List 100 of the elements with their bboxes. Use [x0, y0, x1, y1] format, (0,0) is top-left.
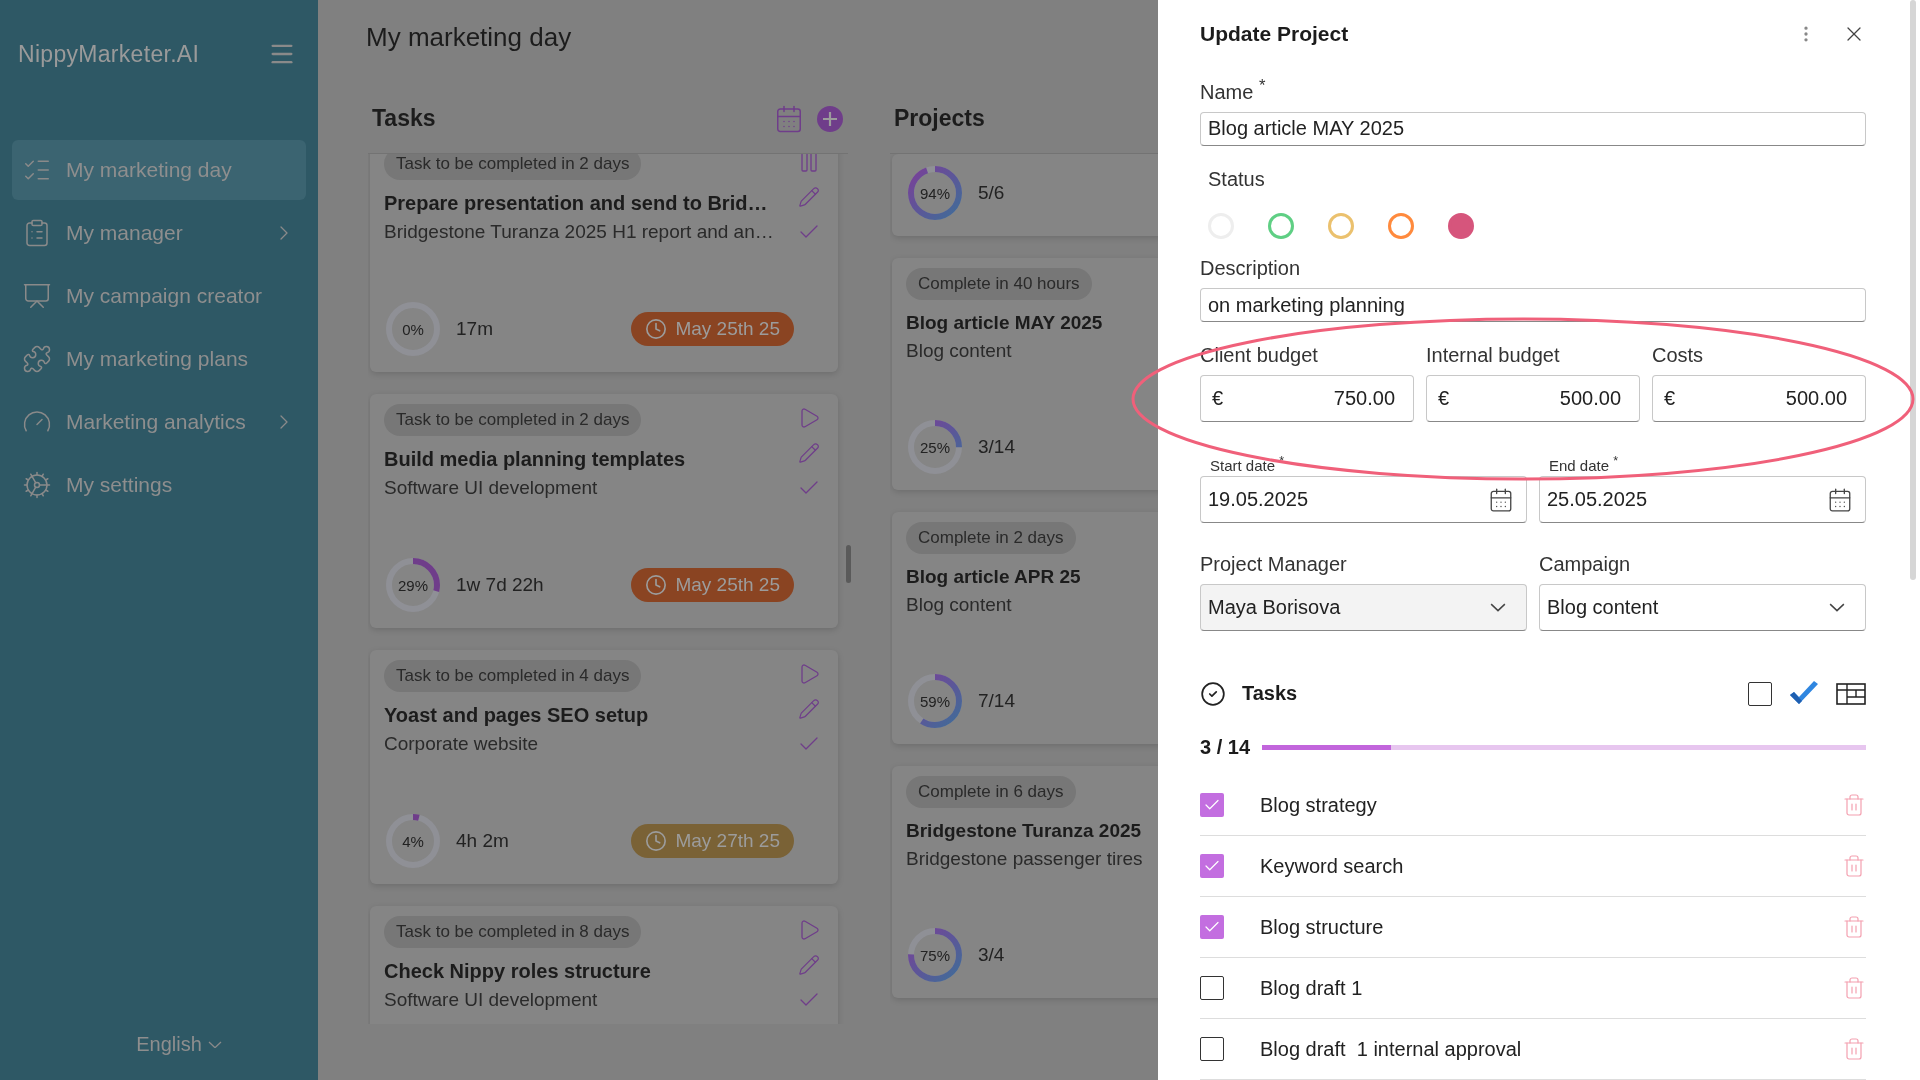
task-tag: Task to be completed in 2 days: [384, 154, 642, 180]
progress-ring: [906, 164, 964, 222]
budget-field[interactable]: € 500.00: [1426, 375, 1640, 423]
date-field[interactable]: 25.05.2025: [1539, 476, 1866, 524]
nav-label: My marketing plans: [66, 347, 250, 371]
field-label: Description: [1200, 256, 1302, 280]
status-option[interactable]: [1388, 212, 1414, 239]
project-card[interactable]: Complete in 6 days Bridgestone Turanza 2025 Bridgestone passenger tires 75% 3/4: [892, 766, 1158, 998]
nav-item[interactable]: My manager: [12, 203, 306, 263]
project-tag: Complete in 2 days: [906, 522, 1076, 554]
nav-label: My manager: [66, 221, 184, 245]
column-title: Projects: [894, 105, 986, 132]
nav-item[interactable]: My settings: [12, 455, 306, 515]
progress-percent: 29%: [398, 576, 428, 594]
project-card[interactable]: Complete in 2 days Blog article APR 25 Blog content 59% 7/14: [892, 512, 1158, 744]
pencil-icon[interactable]: [798, 698, 820, 720]
name-field[interactable]: Blog article MAY 2025: [1200, 111, 1866, 146]
task-subtitle: Corporate website: [384, 733, 540, 755]
clock-icon: [645, 318, 668, 340]
project-subtitle: Blog content: [906, 340, 1013, 362]
nav-item[interactable]: Marketing analytics: [12, 392, 306, 452]
progress-ring: [906, 672, 964, 730]
description-field[interactable]: on marketing planning: [1200, 287, 1866, 323]
field-label: Start date $^{*}$: [1210, 454, 1286, 475]
add-icon[interactable]: [816, 104, 844, 133]
pencil-icon[interactable]: [798, 442, 820, 464]
task-duration: 17m: [456, 318, 494, 340]
task-card[interactable]: Task to be completed in 2 days Build media planning templates Software UI development 29% 1w 7d 22h May 25th 25: [370, 394, 838, 628]
task-card[interactable]: Task to be completed in 2 days Prepare presentation and send to Brid… Bridgestone Turanza 2025 H1 report and an… 0% 17m May 25th 25: [370, 154, 838, 372]
select-field[interactable]: Blog content: [1539, 584, 1866, 632]
trash-icon[interactable]: [1842, 915, 1866, 939]
project-title: Bridgestone Turanza 2025: [906, 820, 1143, 842]
budget-field[interactable]: € 750.00: [1200, 375, 1414, 423]
due-date-badge: May 25th 25: [631, 568, 794, 602]
progress-percent: 0%: [402, 320, 424, 338]
nav-label: My campaign creator: [66, 284, 264, 308]
checkbox[interactable]: [1200, 1037, 1224, 1061]
task-count: 3/4: [978, 944, 1006, 966]
task-label: Blog structure: [1260, 915, 1385, 939]
project-card[interactable]: Complete in 40 hours Blog article MAY 2025 Blog content 25% 3/14: [892, 258, 1158, 490]
check-circle-icon: [1200, 680, 1226, 707]
checkbox[interactable]: [1200, 976, 1224, 1000]
column-title: Tasks: [372, 105, 437, 132]
checkbox[interactable]: [1748, 681, 1772, 706]
clock-icon: [645, 574, 668, 596]
scrollbar-thumb[interactable]: [1910, 0, 1916, 580]
nav-item[interactable]: My marketing plans: [12, 329, 306, 389]
status-option[interactable]: [1268, 212, 1294, 239]
task-count: 7/14: [978, 690, 1016, 712]
calendar-icon[interactable]: [1827, 486, 1853, 513]
field-label: Status: [1208, 167, 1266, 191]
task-subtitle: Bridgestone Turanza 2025 H1 report and an…: [384, 221, 775, 243]
project-title: Blog article APR 25: [906, 566, 1082, 588]
table-icon[interactable]: [1836, 682, 1866, 705]
project-tag: Complete in 40 hours: [906, 268, 1092, 300]
checkbox[interactable]: [1200, 854, 1224, 878]
trash-icon[interactable]: [1842, 976, 1866, 1000]
nav-item[interactable]: My campaign creator: [12, 266, 306, 326]
progress-ring: [906, 418, 964, 476]
task-label: Blog draft 1: [1260, 976, 1364, 1000]
scrollbar-thumb[interactable]: [846, 545, 851, 583]
status-option[interactable]: [1448, 212, 1474, 239]
pencil-icon[interactable]: [798, 186, 820, 208]
section-title: Tasks: [1242, 682, 1299, 706]
checkbox[interactable]: [1200, 793, 1224, 817]
trash-icon[interactable]: [1842, 793, 1866, 817]
calendar-icon[interactable]: [1488, 486, 1514, 513]
task-duration: 4h 2m: [456, 830, 510, 852]
status-option[interactable]: [1328, 212, 1354, 239]
task-card[interactable]: Task to be completed in 4 days Yoast and pages SEO setup Corporate website 4% 4h 2m May 27th 25: [370, 650, 838, 884]
check-icon[interactable]: [1788, 680, 1820, 707]
field-label: Internal budget: [1426, 344, 1561, 368]
pencil-icon[interactable]: [798, 954, 820, 976]
progress-percent: 59%: [920, 692, 950, 710]
project-card[interactable]: 94% 5/6: [892, 154, 1158, 236]
progress-count: 3 / 14: [1200, 736, 1251, 759]
field-label: Name $^{*}$: [1200, 76, 1267, 104]
project-title: Blog article MAY 2025: [906, 312, 1104, 334]
drawer-title: Update Project: [1200, 22, 1350, 46]
nav-label: My settings: [66, 473, 174, 497]
trash-icon[interactable]: [1842, 1037, 1866, 1061]
task-card[interactable]: Task to be completed in 8 days Check Nippy roles structure Software UI development: [370, 906, 838, 1024]
progress-percent: 25%: [920, 438, 950, 456]
date-field[interactable]: 19.05.2025: [1200, 476, 1527, 524]
trash-icon[interactable]: [1842, 854, 1866, 878]
progress-percent: 4%: [402, 832, 424, 850]
checkbox[interactable]: [1200, 915, 1224, 939]
due-date-badge: May 25th 25: [631, 312, 794, 346]
task-count: 5/6: [978, 182, 1006, 204]
field-label: Campaign: [1539, 553, 1632, 577]
task-tag: Task to be completed in 8 days: [384, 916, 642, 948]
budget-field[interactable]: € 500.00: [1652, 375, 1866, 423]
nav-label: My marketing day: [66, 158, 233, 182]
task-subtitle: Software UI development: [384, 989, 599, 1011]
task-label: Keyword search: [1260, 854, 1405, 878]
language-select[interactable]: English: [96, 1033, 222, 1056]
nav-label: Marketing analytics: [66, 410, 247, 434]
progress-ring: [384, 812, 442, 870]
task-subtitle: Software UI development: [384, 477, 599, 499]
due-date-badge: May 27th 25: [631, 824, 794, 858]
